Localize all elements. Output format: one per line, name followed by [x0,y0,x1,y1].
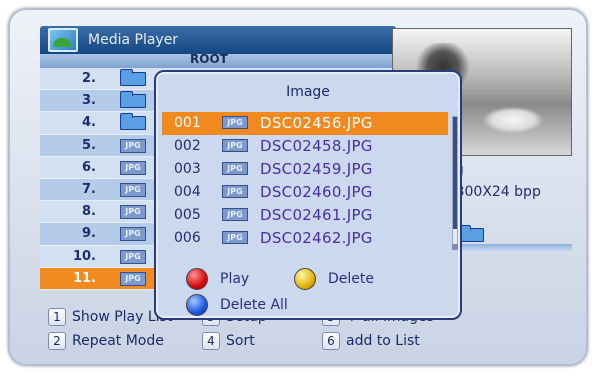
hint-label: Sort [226,333,255,349]
hint-add-to-list[interactable]: 6 add to List [322,332,420,350]
item-number: 8. [82,204,96,220]
item-number: 6. [82,159,96,175]
delete-all-button[interactable]: Delete All [186,294,288,316]
play-label: Play [220,271,250,287]
jpg-file-icon: JPG [222,162,248,175]
jpg-file-icon: JPG [120,205,146,220]
hint-label: add to List [346,333,420,349]
scrollbar-thumb[interactable] [453,117,457,229]
hint-repeat-mode[interactable]: 2 Repeat Mode [48,332,164,350]
image-index: 001 [174,115,201,131]
jpg-file-icon: JPG [222,185,248,198]
key-6: 6 [322,332,340,350]
item-number: 4. [82,115,96,131]
root-label: ROOT [190,52,228,66]
image-row[interactable]: 006 JPG DSC02462.JPG [162,227,448,250]
item-number: 9. [82,226,96,242]
jpg-file-icon: JPG [222,208,248,221]
hint-label: Repeat Mode [72,333,164,349]
image-index: 002 [174,138,201,154]
delete-all-label: Delete All [220,297,288,313]
app-title: Media Player [88,32,179,48]
item-number: 2. [82,71,96,86]
image-index: 006 [174,230,201,246]
tv-screen: Media Player ROOT 2. 3. 4. 5. JPG 6. JPG 7… [8,8,588,366]
image-row[interactable]: 004 JPG DSC02460.JPG [162,181,448,204]
image-filename: DSC02461.JPG [260,206,373,224]
root-path-bar: ROOT [40,52,396,68]
image-filename: DSC02456.JPG [260,114,373,132]
image-filename: DSC02459.JPG [260,160,373,178]
red-button-icon [186,268,208,290]
image-row[interactable]: 002 JPG DSC02458.JPG [162,135,448,158]
folder-icon [120,113,146,131]
play-button[interactable]: Play [186,268,249,290]
jpg-file-icon: JPG [222,116,248,129]
item-number: 11. [72,270,96,286]
title-bar: Media Player [40,26,396,54]
image-filename: DSC02458.JPG [260,137,373,155]
key-2: 2 [48,332,66,350]
image-dialog: Image 001 JPG DSC02456.JPG 002 JPG DSC02458.… [154,70,462,320]
folder-icon [120,91,146,109]
hint-sort[interactable]: 4 Sort [202,332,255,350]
dialog-title: Image [286,84,330,100]
media-player-icon [48,28,78,52]
preview-figure-shape [483,107,543,133]
image-row-selected[interactable]: 001 JPG DSC02456.JPG [162,112,448,135]
image-index: 003 [174,161,201,177]
image-row[interactable]: 005 JPG DSC02461.JPG [162,204,448,227]
jpg-file-icon: JPG [222,139,248,152]
image-filename: DSC02460.JPG [260,183,373,201]
yellow-button-icon [294,268,316,290]
blue-button-icon [186,294,208,316]
jpg-file-icon: JPG [120,138,146,153]
jpg-file-icon: JPG [120,271,146,286]
jpg-file-icon: JPG [222,231,248,244]
list-scrollbar[interactable] [452,116,458,250]
folder-icon [120,69,146,86]
key-4: 4 [202,332,220,350]
key-1: 1 [48,308,66,326]
image-row[interactable]: 003 JPG DSC02459.JPG [162,158,448,181]
item-number: 3. [82,93,96,109]
item-number: 5. [82,137,96,153]
delete-button[interactable]: Delete [294,268,374,290]
jpg-file-icon: JPG [120,249,146,264]
image-file-list: 001 JPG DSC02456.JPG 002 JPG DSC02458.JPG 00… [162,112,448,250]
image-index: 005 [174,207,201,223]
jpg-file-icon: JPG [120,160,146,175]
scroll-down-arrow-icon[interactable] [452,244,458,250]
jpg-file-icon: JPG [120,182,146,197]
image-index: 004 [174,184,201,200]
image-filename: DSC02462.JPG [260,229,373,247]
jpg-file-icon: JPG [120,227,146,242]
delete-label: Delete [328,271,374,287]
item-number: 7. [82,181,96,197]
item-number: 10. [72,248,96,264]
